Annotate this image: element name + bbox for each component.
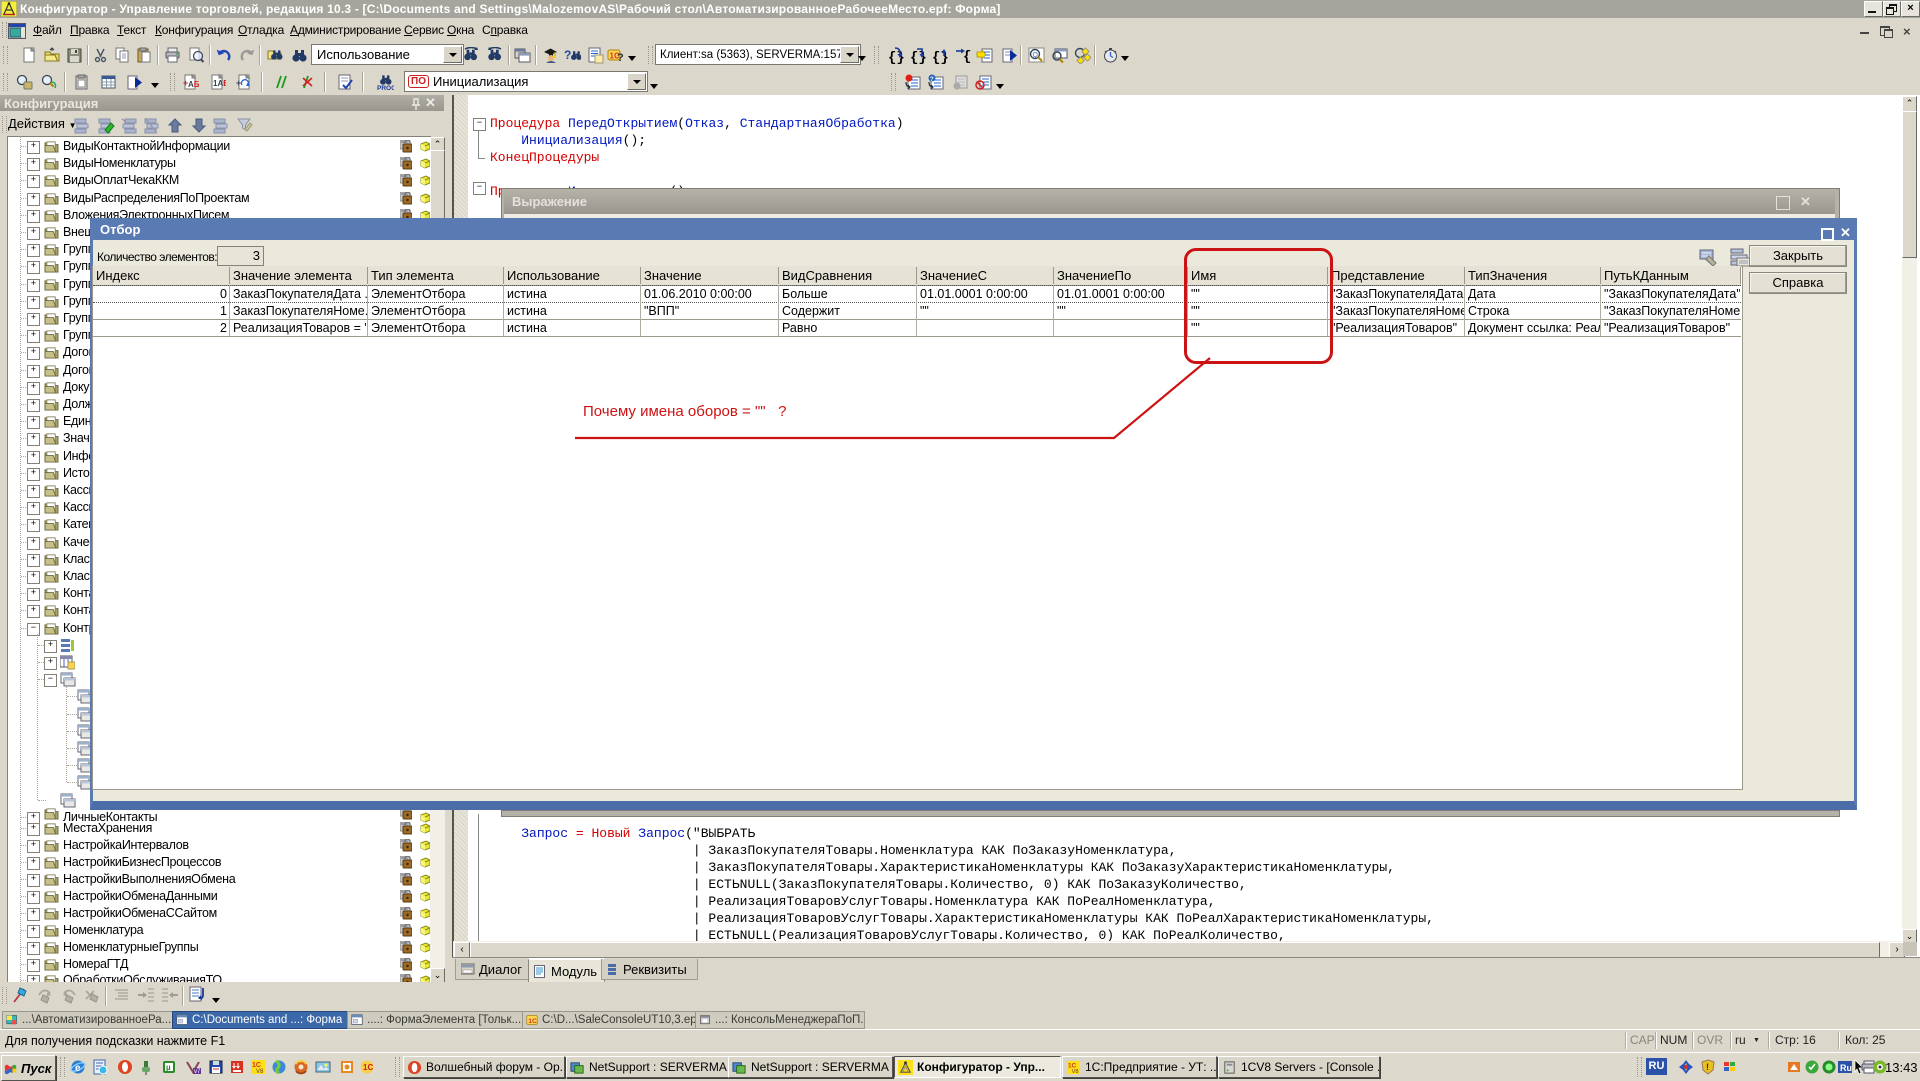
svg-text:1С: 1С [528,1018,537,1025]
svg-text:V8: V8 [256,1069,264,1075]
svg-text:µ: µ [166,1063,171,1072]
svg-text:Q: Q [1032,52,1038,59]
svg-text:?: ? [564,48,571,62]
svg-text:{}: {} [888,50,904,64]
svg-text:АБ: АБ [188,80,199,89]
svg-text:e: e [75,1063,81,1074]
svg-text:?: ? [617,52,624,64]
svg-text:{}: {} [910,50,926,64]
svg-text:V8: V8 [1072,1069,1079,1075]
svg-text:PROC: PROC [377,85,394,91]
svg-text:v7: v7 [194,1069,201,1075]
svg-text:{}: {} [963,49,972,64]
svg-text:1С: 1С [252,1062,261,1069]
svg-text:1С: 1С [363,1063,373,1072]
svg-text:?: ? [930,77,934,83]
svg-text:+: + [236,78,241,88]
svg-text:1АБ: 1АБ [213,79,226,88]
svg-text:!: ! [1706,1062,1709,1072]
